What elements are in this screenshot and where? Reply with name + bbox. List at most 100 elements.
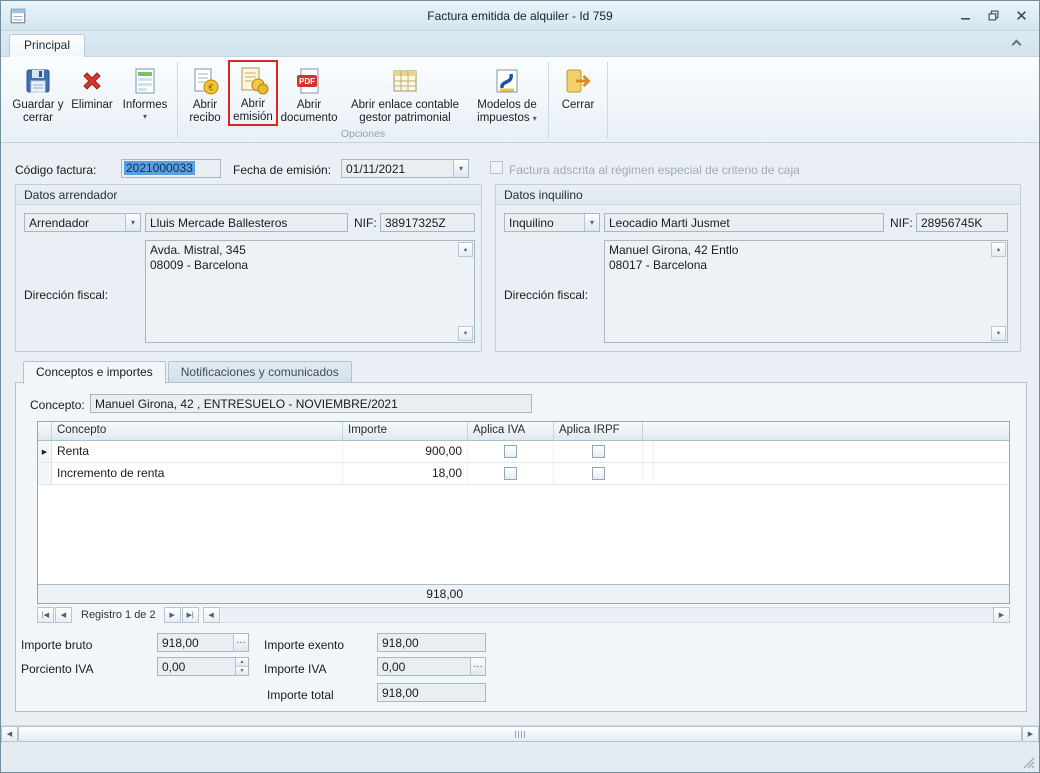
importe-exento-label: Importe exento <box>264 638 344 652</box>
informes-button[interactable]: Informes ▾ <box>117 60 173 126</box>
ledger-icon <box>389 65 421 97</box>
ribbon-separator <box>177 62 178 138</box>
abrir-emision-button[interactable]: Abrir emisión <box>228 60 278 126</box>
inquilino-direccion-memo[interactable]: Manuel Girona, 42 Entlo 08017 - Barcelon… <box>604 240 1008 343</box>
close-button[interactable] <box>1013 8 1029 23</box>
spinner-buttons[interactable]: ▲ ▼ <box>235 658 248 675</box>
inquilino-type-dropdown[interactable]: Inquilino ▾ <box>504 213 600 232</box>
scroll-down-icon[interactable]: ▼ <box>458 326 473 341</box>
importe-bruto-label: Importe bruto <box>21 638 92 652</box>
ribbon-tab-row: Principal <box>1 31 1039 57</box>
grid-navigator: |◀ ◀ Registro 1 de 2 ▶ ▶| ◀ ▶ <box>37 606 1010 623</box>
scroll-up-icon[interactable]: ▲ <box>458 242 473 257</box>
scroll-left-icon[interactable]: ◀ <box>1 726 18 742</box>
aplica-iva-checkbox[interactable] <box>504 445 517 458</box>
datos-inquilino-groupbox: Datos inquilino Inquilino ▾ NIF: Direcci… <box>495 184 1021 352</box>
ribbon-collapse-button[interactable] <box>1007 35 1025 51</box>
dropdown-arrow-icon[interactable]: ▾ <box>584 214 599 231</box>
importe-total-field[interactable] <box>377 683 486 702</box>
svg-text:€: € <box>208 83 213 93</box>
arrendador-nif-input[interactable] <box>380 213 475 232</box>
arrendador-type-dropdown[interactable]: Arrendador ▾ <box>24 213 141 232</box>
restore-button[interactable] <box>985 8 1001 23</box>
grid-row[interactable]: ▶ Renta 900,00 <box>38 441 1009 463</box>
ribbon-group-main: Guardar y cerrar Eliminar Informes ▾ <box>7 59 175 142</box>
direccion-fiscal-label: Dirección fiscal: <box>504 288 588 302</box>
nav-first-button[interactable]: |◀ <box>37 607 54 623</box>
window-horizontal-scrollbar[interactable]: ◀ ▶ <box>1 725 1039 742</box>
nif-label: NIF: <box>354 216 377 230</box>
nav-last-button[interactable]: ▶| <box>182 607 199 623</box>
porciento-iva-field[interactable]: ▲ ▼ <box>157 657 249 676</box>
nav-prev-button[interactable]: ◀ <box>55 607 72 623</box>
tab-principal[interactable]: Principal <box>9 34 85 57</box>
importe-exento-field[interactable] <box>377 633 486 652</box>
scrollbar-grip-icon <box>515 731 526 738</box>
abrir-recibo-button[interactable]: € Abrir recibo <box>182 60 228 126</box>
aplica-irpf-checkbox[interactable] <box>592 445 605 458</box>
ribbon-separator <box>607 62 608 138</box>
modelos-de-impuestos-button[interactable]: Modelos de impuestos ▾ <box>470 60 544 126</box>
ribbon-group-caption-opciones: Opciones <box>180 127 546 142</box>
window-title: Factura emitida de alquiler - Id 759 <box>1 9 1039 23</box>
scroll-right-icon[interactable]: ▶ <box>1022 726 1039 742</box>
scroll-right-icon[interactable]: ▶ <box>993 607 1010 623</box>
aplica-iva-checkbox[interactable] <box>504 467 517 480</box>
minimize-button[interactable] <box>957 8 973 23</box>
importe-iva-field[interactable]: … <box>377 657 486 676</box>
importe-total-summary: 918,00 <box>343 587 468 601</box>
porciento-iva-label: Porciento IVA <box>21 662 93 676</box>
scroll-down-icon[interactable]: ▼ <box>991 326 1006 341</box>
delete-icon <box>76 65 108 97</box>
eliminar-button[interactable]: Eliminar <box>67 60 117 126</box>
spin-down-icon[interactable]: ▼ <box>236 667 248 675</box>
cerrar-button[interactable]: Cerrar <box>553 60 603 126</box>
row-indicator-header <box>38 422 52 440</box>
nav-next-button[interactable]: ▶ <box>164 607 181 623</box>
aplica-irpf-checkbox[interactable] <box>592 467 605 480</box>
resize-grip-icon[interactable] <box>1021 755 1035 769</box>
memo-vertical-scrollbar[interactable]: ▲ ▼ <box>991 242 1006 341</box>
dropdown-arrow-icon[interactable]: ▾ <box>125 214 140 231</box>
grid-row[interactable]: Incremento de renta 18,00 <box>38 463 1009 485</box>
column-header-filler <box>643 422 1009 440</box>
save-icon <box>22 65 54 97</box>
tax-agency-icon <box>491 65 523 97</box>
datos-arrendador-groupbox: Datos arrendador Arrendador ▾ NIF: Direc… <box>15 184 482 352</box>
ellipsis-button[interactable]: … <box>233 634 248 651</box>
status-strip <box>1 742 1039 772</box>
column-header-aplica-irpf[interactable]: Aplica IRPF <box>554 422 643 440</box>
abrir-enlace-contable-button[interactable]: Abrir enlace contable gestor patrimonial <box>340 60 470 126</box>
scrollbar-thumb[interactable] <box>18 726 1022 742</box>
column-header-importe[interactable]: Importe <box>343 422 468 440</box>
scroll-left-icon[interactable]: ◀ <box>203 607 220 623</box>
inquilino-nif-input[interactable] <box>916 213 1008 232</box>
spin-up-icon[interactable]: ▲ <box>236 658 248 667</box>
concepto-input[interactable] <box>90 394 532 413</box>
abrir-documento-button[interactable]: PDF Abrir documento <box>278 60 340 126</box>
ribbon-separator <box>548 62 549 138</box>
chevron-up-icon <box>1011 40 1021 50</box>
guardar-y-cerrar-button[interactable]: Guardar y cerrar <box>9 60 67 126</box>
grid-horizontal-scrollbar[interactable]: ◀ ▶ <box>203 607 1010 623</box>
column-header-concepto[interactable]: Concepto <box>52 422 343 440</box>
exit-arrow-icon <box>562 65 594 97</box>
regimen-criterio-caja-checkbox[interactable] <box>490 161 503 174</box>
groupbox-title: Datos arrendador <box>16 185 481 205</box>
memo-vertical-scrollbar[interactable]: ▲ ▼ <box>458 242 473 341</box>
ellipsis-button[interactable]: … <box>470 658 485 675</box>
column-header-aplica-iva[interactable]: Aplica IVA <box>468 422 554 440</box>
fecha-emision-dropdown[interactable]: 01/11/2021 ▾ <box>341 159 469 178</box>
codigo-factura-input[interactable]: 2021000033 <box>121 159 221 178</box>
current-row-arrow-icon: ▶ <box>38 441 52 462</box>
tab-notificaciones-y-comunicados[interactable]: Notificaciones y comunicados <box>168 361 352 383</box>
scroll-up-icon[interactable]: ▲ <box>991 242 1006 257</box>
ribbon-group-opciones: € Abrir recibo Abrir emisión PDF Abrir d… <box>180 59 546 142</box>
tab-conceptos-e-importes[interactable]: Conceptos e importes <box>23 361 166 384</box>
dropdown-arrow-icon[interactable]: ▾ <box>453 160 468 177</box>
importe-bruto-field[interactable]: … <box>157 633 249 652</box>
arrendador-name-input[interactable] <box>145 213 348 232</box>
arrendador-direccion-memo[interactable]: Avda. Mistral, 345 08009 - Barcelona ▲ ▼ <box>145 240 475 343</box>
codigo-factura-label: Código factura: <box>15 163 96 177</box>
inquilino-name-input[interactable] <box>604 213 884 232</box>
